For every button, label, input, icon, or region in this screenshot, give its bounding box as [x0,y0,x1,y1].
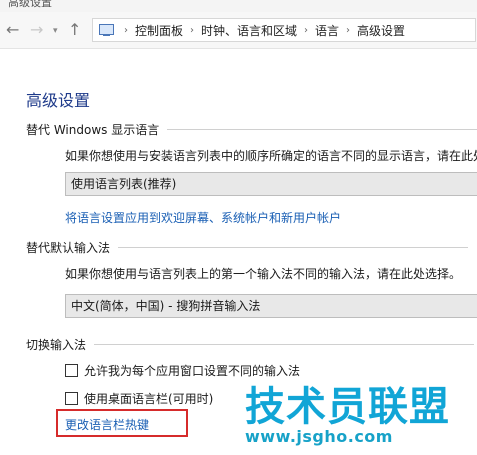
input-method-select[interactable]: 中文(简体，中国) - 搜狗拼音输入法 [65,294,477,318]
breadcrumb-language[interactable]: 语言 [315,22,339,39]
per-app-input-label: 允许我为每个应用窗口设置不同的输入法 [84,364,301,378]
breadcrumb-control-panel[interactable]: 控制面板 [135,22,183,39]
switch-input-heading: 切换输入法 [26,336,475,353]
forward-arrow-icon[interactable]: → [30,20,43,39]
breadcrumb-advanced-settings[interactable]: 高级设置 [357,22,405,39]
checkbox-box[interactable] [65,364,78,377]
display-language-select[interactable]: 使用语言列表(推荐) [65,172,477,196]
display-language-heading: 替代 Windows 显示语言 [26,121,477,138]
input-method-heading-text: 替代默认输入法 [26,241,111,255]
address-bar[interactable]: › 控制面板 › 时钟、语言和区域 › 语言 › 高级设置 [92,18,476,42]
up-arrow-icon[interactable]: ↑ [68,20,81,39]
display-language-description: 如果你想使用与安装语言列表中的顺序所确定的语言不同的显示语言，请在此处 [65,149,477,163]
navigation-bar: ← → ▾ ↑ › 控制面板 › 时钟、语言和区域 › 语言 › 高级设置 [0,12,477,49]
desktop-language-bar-label: 使用桌面语言栏(可用时) [84,392,214,406]
desktop-language-bar-checkbox[interactable]: 使用桌面语言栏(可用时) [65,390,213,407]
recent-locations-chevron-icon[interactable]: ▾ [53,26,58,36]
back-arrow-icon[interactable]: ← [6,20,19,39]
page-title: 高级设置 [26,91,91,110]
per-app-input-checkbox[interactable]: 允许我为每个应用窗口设置不同的输入法 [65,362,300,379]
breadcrumb-separator-icon[interactable]: › [304,25,308,36]
checkbox-box[interactable] [65,392,78,405]
input-method-description: 如果你想使用与语言列表上的第一个输入法不同的输入法，请在此处选择。 [65,267,462,281]
watermark-title: 技术员联盟 [245,384,450,430]
divider [94,344,475,345]
switch-input-heading-text: 切换输入法 [26,338,87,352]
apply-settings-link[interactable]: 将语言设置应用到欢迎屏幕、系统帐户和新用户帐户 [65,209,341,226]
window-title: 高级设置 [8,0,52,9]
watermark: 技术员联盟 www.jsgho.com [245,385,450,446]
breadcrumb-separator-icon[interactable]: › [346,25,350,36]
divider [118,247,469,248]
divider [167,129,477,130]
main-content: 高级设置 替代 Windows 显示语言 如果你想使用与安装语言列表中的顺序所确… [0,49,477,455]
breadcrumb-separator-icon[interactable]: › [190,25,194,36]
display-language-heading-text: 替代 Windows 显示语言 [26,123,160,137]
input-method-heading: 替代默认输入法 [26,239,469,256]
control-panel-icon [97,22,117,38]
highlight-frame [56,409,188,437]
breadcrumb-clock-language-region[interactable]: 时钟、语言和区域 [201,22,297,39]
breadcrumb-separator-icon[interactable]: › [124,25,128,36]
